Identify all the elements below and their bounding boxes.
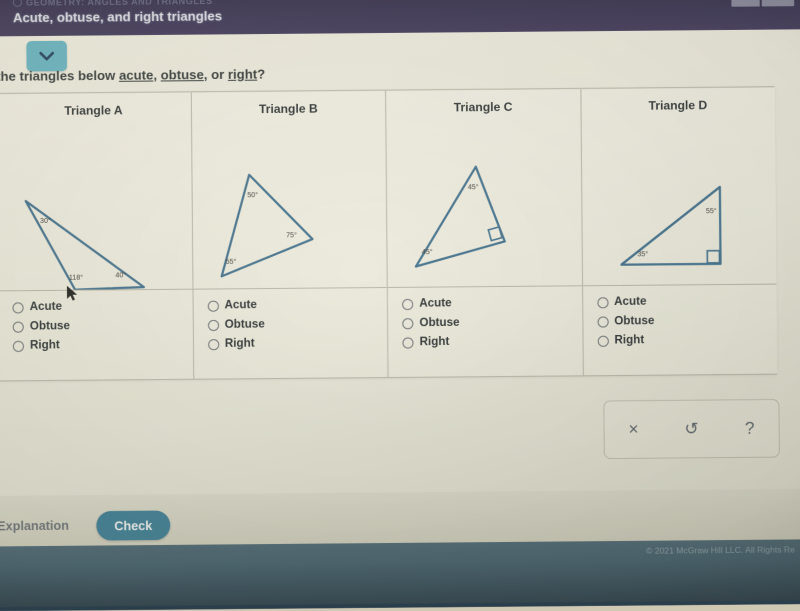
triangle-c-title: Triangle C <box>453 99 513 115</box>
copyright-text: © 2021 McGraw Hill LLC. All Rights Re <box>645 544 795 556</box>
triangle-c-right-angle-marker <box>487 225 504 242</box>
expand-toggle-button[interactable] <box>26 40 68 72</box>
option-d-acute[interactable]: Acute <box>596 295 777 309</box>
header-control[interactable] <box>731 0 795 7</box>
radio-a-obtuse[interactable] <box>12 320 24 333</box>
triangle-b-angle-1: 50° <box>247 191 258 199</box>
triangle-a-angle-2: 118° <box>69 273 83 281</box>
radio-c-acute[interactable] <box>402 298 414 310</box>
radio-a-right[interactable] <box>12 340 24 352</box>
radio-b-right[interactable] <box>207 338 219 350</box>
option-b-acute[interactable]: Acute <box>207 298 387 312</box>
option-d-right-label: Right <box>614 334 645 347</box>
option-a-obtuse[interactable]: Obtuse <box>12 319 193 333</box>
triangle-a-title: Triangle A <box>64 103 123 118</box>
radio-d-obtuse[interactable] <box>596 315 609 328</box>
check-button[interactable]: Check <box>96 510 171 541</box>
triangle-c-angle-1: 45° <box>468 183 479 191</box>
triangle-panel-c: Triangle C 45° 45° Acute Obtuse Right <box>386 88 584 378</box>
close-icon: × <box>628 419 639 439</box>
utility-toolbar: × ↺ ? <box>603 398 780 460</box>
option-a-right[interactable]: Right <box>12 338 193 352</box>
topic-circle-icon <box>12 0 22 7</box>
triangle-d-options: Acute Obtuse Right <box>582 283 778 376</box>
question-option-right: right <box>227 66 258 82</box>
triangle-b-angle-2: 55° <box>225 258 236 266</box>
option-c-obtuse-label: Obtuse <box>419 316 460 330</box>
question-prefix: e the triangles below <box>0 67 116 84</box>
triangle-d-right-angle-marker <box>705 249 720 264</box>
breadcrumb-eyebrow: GEOMETRY: ANGLES AND TRIANGLES <box>12 0 213 8</box>
option-b-obtuse[interactable]: Obtuse <box>207 317 387 331</box>
triangle-c-figure: 45° 45° <box>386 123 581 287</box>
triangle-a-options: Acute Obtuse Right <box>0 288 193 381</box>
question-mark-icon: ? <box>744 418 755 438</box>
option-d-right[interactable]: Right <box>597 333 777 347</box>
triangle-b-options: Acute Obtuse Right <box>192 286 388 379</box>
explanation-link[interactable]: Explanation <box>0 518 69 533</box>
chevron-down-icon <box>39 51 55 61</box>
triangle-c-angle-2: 45° <box>422 248 433 256</box>
radio-a-acute[interactable] <box>12 301 24 313</box>
option-b-acute-label: Acute <box>224 299 257 312</box>
triangle-a-angle-3: 40° <box>115 271 126 279</box>
triangle-panel-a: Triangle A 30° 118° 40° Acute Obtuse Rig… <box>0 92 194 381</box>
triangle-c-options: Acute Obtuse Right <box>387 285 583 378</box>
option-b-right[interactable]: Right <box>207 337 388 351</box>
question-option-acute: acute <box>118 67 154 83</box>
radio-b-acute[interactable] <box>207 300 219 312</box>
option-c-right-label: Right <box>419 336 450 349</box>
undo-icon: ↺ <box>684 418 699 439</box>
option-a-acute[interactable]: Acute <box>12 300 192 314</box>
option-c-right[interactable]: Right <box>402 335 582 349</box>
question-option-obtuse: obtuse <box>160 66 204 83</box>
triangle-b-figure: 50° 55° 75° <box>192 125 387 289</box>
option-c-acute[interactable]: Acute <box>402 296 582 310</box>
help-button[interactable]: ? <box>720 418 778 439</box>
option-c-obtuse[interactable]: Obtuse <box>402 316 582 330</box>
triangle-b-angle-3: 75° <box>286 231 297 239</box>
triangle-panel-b: Triangle B 50° 55° 75° Acute Obtuse Righ… <box>191 90 389 379</box>
option-a-acute-label: Acute <box>29 300 63 314</box>
triangle-panel-d: Triangle D 55° 35° Acute Obtuse Right <box>581 87 778 376</box>
option-d-obtuse[interactable]: Obtuse <box>596 314 777 328</box>
option-d-obtuse-label: Obtuse <box>614 314 655 328</box>
option-a-right-label: Right <box>29 339 60 352</box>
clear-button[interactable]: × <box>604 419 662 440</box>
triangle-d-title: Triangle D <box>648 97 708 113</box>
radio-b-obtuse[interactable] <box>207 319 219 331</box>
triangle-d-figure: 55° 35° <box>581 122 776 286</box>
triangle-d-angle-2: 35° <box>637 250 648 258</box>
option-d-acute-label: Acute <box>614 295 647 309</box>
page-title: Acute, obtuse, and right triangles <box>12 8 223 26</box>
triangle-b-title: Triangle B <box>258 101 318 117</box>
breadcrumb-text: GEOMETRY: ANGLES AND TRIANGLES <box>25 0 213 8</box>
triangles-table: Triangle A 30° 118° 40° Acute Obtuse Rig… <box>0 86 778 382</box>
radio-d-right[interactable] <box>597 335 609 347</box>
radio-c-right[interactable] <box>402 336 414 349</box>
option-b-obtuse-label: Obtuse <box>224 318 265 331</box>
option-a-obtuse-label: Obtuse <box>29 320 70 333</box>
undo-button[interactable]: ↺ <box>662 419 720 440</box>
option-c-acute-label: Acute <box>419 297 452 310</box>
mouse-cursor <box>66 285 79 308</box>
triangle-a-angle-1: 30° <box>40 217 51 225</box>
radio-d-acute[interactable] <box>596 296 609 308</box>
radio-c-obtuse[interactable] <box>402 317 414 329</box>
option-b-right-label: Right <box>224 337 255 351</box>
triangle-d-angle-1: 55° <box>705 207 716 215</box>
triangle-a-figure: 30° 118° 40° <box>0 127 192 291</box>
